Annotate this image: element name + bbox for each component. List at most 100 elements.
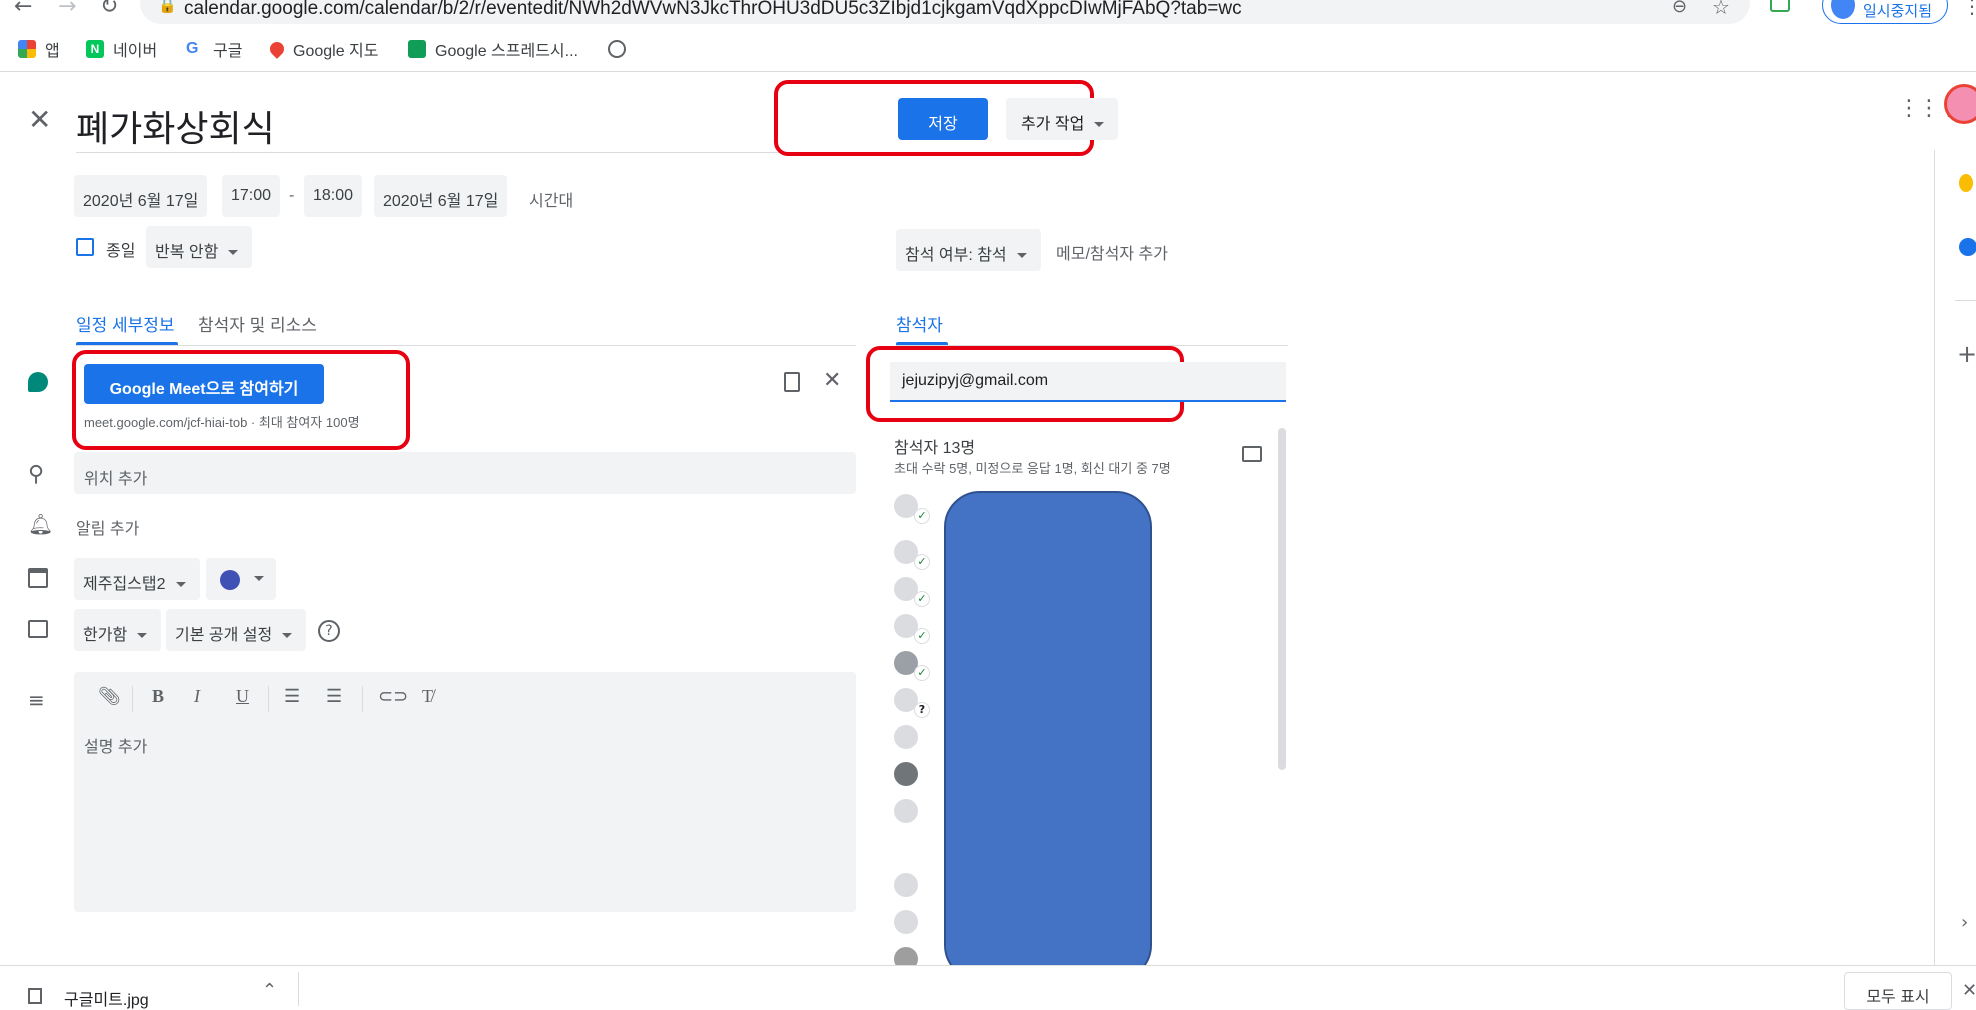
time-dash: - [289, 187, 295, 204]
timezone-link[interactable]: 시간대 [529, 187, 573, 211]
add-addon-icon[interactable]: + [1957, 340, 1976, 368]
bookmark-google[interactable]: G 구글 [186, 38, 242, 60]
rsvp-select[interactable]: 참석 여부: 참석 [896, 229, 1041, 271]
underline-icon[interactable]: U [236, 686, 249, 707]
guest-list-scrollbar[interactable] [1278, 428, 1286, 770]
guest-count: 참석자 13명 [894, 440, 976, 457]
guest-avatar [894, 799, 918, 823]
toolbar-separator [268, 686, 269, 712]
location-pin-icon: ⚲ [28, 462, 45, 487]
close-shelf-icon[interactable]: ✕ [1962, 980, 1976, 1001]
bookmark-google-maps[interactable]: Google 지도 [267, 38, 378, 60]
tabs-divider [76, 345, 856, 346]
reload-icon[interactable]: ↻ [100, 0, 118, 19]
dropdown-arrow-icon [228, 250, 239, 256]
clear-format-icon[interactable]: T̸ [422, 686, 433, 707]
guest-email-input[interactable]: jejuzipyj@gmail.com [890, 362, 1286, 402]
help-icon[interactable]: ? [318, 620, 340, 642]
save-button[interactable]: 저장 [898, 98, 988, 140]
description-editor[interactable] [74, 672, 856, 912]
event-title[interactable]: 폐가화상회식 [76, 100, 275, 152]
apps-grid-icon [18, 40, 36, 58]
maps-pin-icon [267, 39, 287, 59]
description-placeholder: 설명 추가 [84, 739, 148, 756]
browser-menu-icon[interactable]: ⋮ [1962, 0, 1976, 18]
dropdown-arrow-icon [1094, 122, 1105, 128]
repeat-label: 반복 안함 [155, 244, 219, 261]
location-placeholder: 위치 추가 [84, 471, 148, 488]
forward-icon[interactable]: → [58, 0, 76, 19]
bulleted-list-icon[interactable]: ☰ [326, 686, 342, 707]
availability-label: 한가함 [83, 627, 128, 644]
star-icon[interactable]: ☆ [1712, 0, 1730, 19]
sheets-icon [408, 40, 426, 58]
guest-avatar [894, 836, 918, 860]
url-text: calendar.google.com/calendar/b/2/r/event… [184, 0, 1242, 19]
calendar-select[interactable]: 제주집스탭2 [74, 558, 200, 600]
link-icon[interactable]: ⊂⊃ [378, 686, 408, 707]
remove-meet-icon[interactable]: ✕ [823, 368, 841, 393]
close-icon[interactable]: ✕ [28, 106, 51, 134]
address-bar[interactable]: 🔒 calendar.google.com/calendar/b/2/r/eve… [140, 0, 1750, 24]
calendar-color-dot [220, 570, 240, 590]
account-avatar[interactable] [1944, 84, 1976, 124]
join-meet-button[interactable]: Google Meet으로 참여하기 [84, 364, 324, 404]
italic-icon[interactable]: I [194, 686, 200, 707]
visibility-select[interactable]: 기본 공개 설정 [166, 609, 307, 651]
attachment-icon[interactable]: 📎︎ [98, 686, 121, 707]
extension-icon[interactable] [1770, 0, 1790, 12]
location-input[interactable]: 위치 추가 [74, 452, 856, 494]
back-icon[interactable]: ← [14, 0, 32, 19]
browser-chrome: ← → ↻ 🔒 calendar.google.com/calendar/b/2… [0, 0, 1976, 72]
accepted-check-icon: ✓ [914, 591, 930, 607]
accepted-check-icon: ✓ [914, 554, 930, 570]
bookmark-naver[interactable]: N 네이버 [86, 38, 157, 60]
add-note-link[interactable]: 메모/참석자 추가 [1056, 240, 1168, 264]
download-shelf: 구글미트.jpg ⌃ [0, 965, 1976, 1009]
tab-guests-resources[interactable]: 참석자 및 리소스 [198, 311, 317, 336]
description-icon: ≡ [28, 688, 45, 712]
chevron-up-icon[interactable]: ⌃ [262, 980, 277, 1001]
color-select[interactable] [206, 558, 276, 600]
tasks-icon[interactable] [1959, 238, 1976, 256]
more-actions-button[interactable]: 추가 작업 [1006, 98, 1118, 140]
repeat-select[interactable]: 반복 안함 [146, 226, 253, 268]
availability-select[interactable]: 한가함 [74, 609, 162, 651]
download-file-name[interactable]: 구글미트.jpg [64, 986, 149, 1010]
start-time-chip[interactable]: 17:00 [222, 175, 281, 217]
lock-icon: 🔒 [158, 0, 177, 14]
zoom-icon[interactable]: ⊖ [1672, 0, 1687, 17]
tab-guests[interactable]: 참석자 [896, 311, 943, 336]
rsvp-label: 참석 여부: 참석 [905, 247, 1007, 264]
toolbar-separator [362, 686, 363, 712]
numbered-list-icon[interactable]: ☰ [284, 686, 300, 707]
show-all-downloads-button[interactable]: 모두 표시 [1844, 972, 1952, 1010]
allday-checkbox[interactable] [76, 238, 94, 256]
email-guests-icon[interactable] [1242, 446, 1262, 462]
end-time-chip[interactable]: 18:00 [304, 175, 363, 217]
expand-panel-icon[interactable]: › [1961, 912, 1968, 933]
profile-paused-button[interactable]: 일시중지됨 [1822, 0, 1948, 24]
copy-icon[interactable] [784, 372, 800, 392]
bell-icon: 🔔︎ [28, 512, 54, 536]
end-date-chip[interactable]: 2020년 6월 17일 [374, 175, 508, 217]
start-date-chip[interactable]: 2020년 6월 17일 [74, 175, 208, 217]
rail-divider [1955, 300, 1976, 301]
redaction-box [944, 491, 1152, 981]
bookmark-globe[interactable] [608, 38, 635, 60]
visibility-label: 기본 공개 설정 [175, 627, 273, 644]
tab-event-details[interactable]: 일정 세부정보 [76, 311, 175, 336]
google-meet-icon [28, 372, 48, 392]
pause-label: 일시중지됨 [1863, 2, 1933, 20]
guest-avatar [894, 725, 918, 749]
bookmark-label: 구글 [213, 43, 243, 60]
bookmark-apps[interactable]: 앱 [18, 38, 60, 60]
meet-link-info[interactable]: meet.google.com/jcf-hiai-tob · 최대 참여자 10… [84, 412, 360, 431]
add-notification-link[interactable]: 알림 추가 [76, 515, 139, 539]
bookmark-google-sheets[interactable]: Google 스프레드시... [408, 38, 578, 60]
bold-icon[interactable]: B [152, 686, 164, 707]
dropdown-arrow-icon [175, 582, 186, 588]
keep-icon[interactable] [1959, 174, 1973, 192]
bookmark-label: 앱 [45, 43, 60, 60]
naver-icon: N [86, 40, 104, 58]
